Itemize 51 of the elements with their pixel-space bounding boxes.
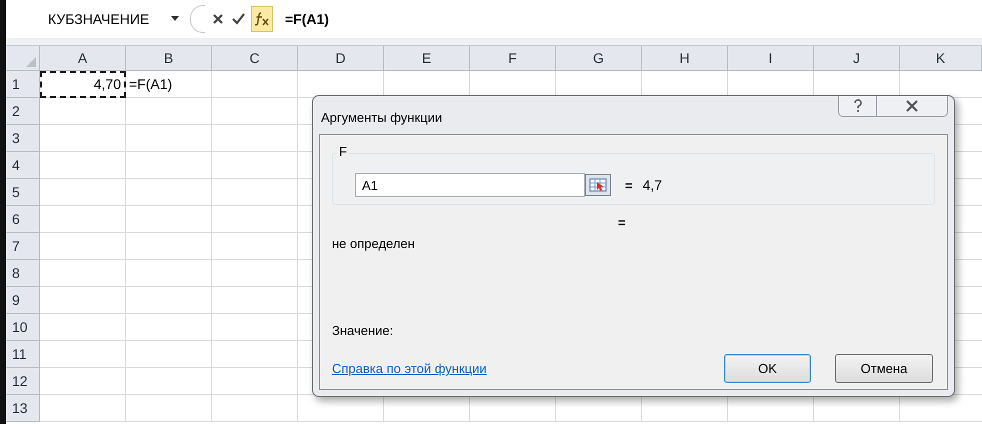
row-header[interactable]: 7 <box>6 233 40 260</box>
column-header[interactable]: H <box>642 46 728 71</box>
row-header[interactable]: 2 <box>6 98 40 125</box>
row-header[interactable]: 4 <box>6 152 40 179</box>
row-header[interactable]: 5 <box>6 179 40 206</box>
argument-result: 4,7 <box>642 177 662 193</box>
insert-function-button[interactable] <box>251 6 273 32</box>
value-label: Значение: <box>332 323 394 338</box>
argument-field[interactable]: A1 <box>355 173 585 197</box>
group-label: F <box>337 145 349 159</box>
dropdown-caret-icon[interactable] <box>170 16 180 22</box>
equals-sign: = <box>618 215 626 230</box>
formula-text[interactable]: =F(A1) <box>285 11 329 27</box>
cancel-icon[interactable] <box>211 12 225 26</box>
row-header[interactable]: 10 <box>6 314 40 341</box>
row-header[interactable]: 3 <box>6 125 40 152</box>
checkmark-icon[interactable] <box>231 12 245 26</box>
help-link[interactable]: Справка по этой функции <box>332 361 700 376</box>
divider <box>190 5 205 33</box>
column-header[interactable]: I <box>728 46 814 71</box>
column-header[interactable]: K <box>900 46 982 71</box>
function-description: не определен <box>332 236 416 251</box>
row-header[interactable]: 8 <box>6 260 40 287</box>
equals-sign: = <box>625 178 633 192</box>
column-header[interactable]: J <box>814 46 900 71</box>
close-button[interactable] <box>877 96 948 117</box>
row-header[interactable]: 9 <box>6 287 40 314</box>
table-cell[interactable]: 4,70 <box>40 71 126 98</box>
column-header[interactable]: C <box>212 46 298 71</box>
close-icon <box>905 100 919 112</box>
row-header[interactable]: 1 <box>6 71 40 98</box>
dialog-title: Аргументы функции <box>320 110 442 125</box>
column-header[interactable]: E <box>384 46 470 71</box>
row-header[interactable]: 6 <box>6 206 40 233</box>
column-header[interactable]: F <box>470 46 556 71</box>
help-button[interactable] <box>838 96 877 117</box>
collapse-dialog-button[interactable] <box>585 174 611 196</box>
column-header[interactable]: B <box>126 46 212 71</box>
ok-button[interactable]: OK <box>724 354 811 383</box>
column-header[interactable]: A <box>40 46 126 71</box>
column-header[interactable]: G <box>556 46 642 71</box>
fx-icon <box>254 12 270 26</box>
question-mark-icon <box>852 99 862 113</box>
row-header[interactable]: 13 <box>6 395 40 422</box>
table-cell[interactable]: =F(A1) <box>126 71 212 98</box>
range-select-icon <box>589 178 607 192</box>
cancel-button[interactable]: Отмена <box>835 354 933 383</box>
row-header[interactable]: 12 <box>6 368 40 395</box>
name-box[interactable]: КУБЗНАЧЕНИЕ <box>6 11 168 27</box>
column-header[interactable]: D <box>298 46 384 71</box>
row-header[interactable]: 11 <box>6 341 40 368</box>
